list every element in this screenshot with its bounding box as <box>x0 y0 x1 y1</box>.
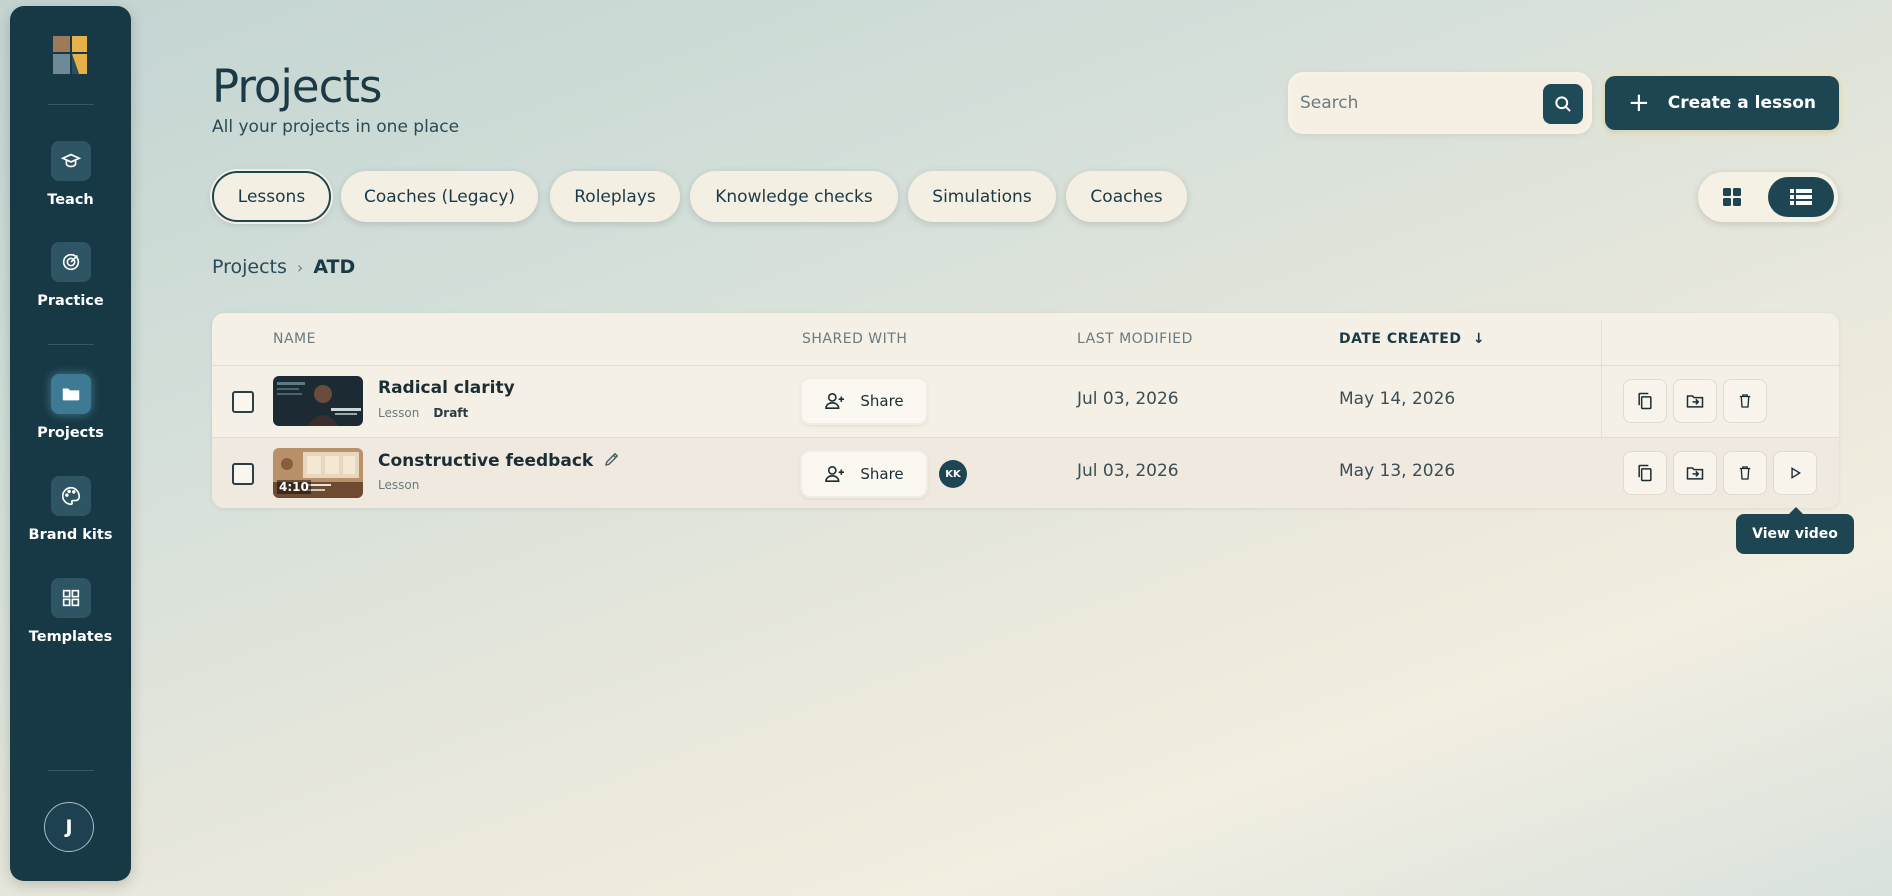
create-lesson-button[interactable]: + Create a lesson <box>1605 76 1839 130</box>
video-duration: 4:10 <box>277 480 311 494</box>
delete-button[interactable] <box>1723 379 1767 423</box>
page-title: Projects <box>212 60 382 113</box>
share-label: Share <box>860 465 904 483</box>
column-header-last-modified[interactable]: LAST MODIFIED <box>1077 331 1193 347</box>
projects-table: NAME SHARED WITH LAST MODIFIED DATE CREA… <box>212 313 1839 508</box>
tab-coaches-legacy[interactable]: Coaches (Legacy) <box>341 171 538 222</box>
move-to-folder-button[interactable] <box>1673 451 1717 495</box>
sidebar-item-label: Brand kits <box>28 527 113 543</box>
date-created: May 13, 2026 <box>1339 461 1456 481</box>
project-type: Lesson <box>378 478 420 492</box>
sidebar-item-label: Practice <box>37 293 104 309</box>
lesson-thumbnail[interactable] <box>273 376 363 426</box>
breadcrumb-current: ATD <box>313 256 356 278</box>
move-to-folder-button[interactable] <box>1673 379 1717 423</box>
sidebar-item-label: Projects <box>37 425 104 441</box>
share-label: Share <box>860 392 904 410</box>
grid-icon <box>50 578 91 618</box>
graduation-cap-icon <box>50 141 91 181</box>
row-checkbox[interactable] <box>232 463 254 485</box>
column-header-shared-with[interactable]: SHARED WITH <box>802 331 907 347</box>
share-button[interactable]: Share <box>802 452 926 496</box>
shared-user-avatar[interactable]: KK <box>939 460 967 488</box>
tab-roleplays[interactable]: Roleplays <box>550 171 680 222</box>
project-name-label: Constructive feedback <box>378 451 594 471</box>
search-icon <box>1555 96 1571 112</box>
duplicate-button[interactable] <box>1623 451 1667 495</box>
sidebar-divider <box>48 104 94 105</box>
date-created: May 14, 2026 <box>1339 389 1456 409</box>
view-video-button[interactable] <box>1773 451 1817 495</box>
copy-icon <box>1638 392 1652 410</box>
add-user-icon <box>825 392 845 410</box>
project-name[interactable]: Constructive feedback <box>378 450 621 471</box>
search-button[interactable] <box>1543 84 1583 124</box>
list-view-button[interactable] <box>1768 177 1834 217</box>
view-toggle <box>1698 172 1838 222</box>
tab-coaches[interactable]: Coaches <box>1066 171 1187 222</box>
target-icon <box>50 242 91 282</box>
project-meta: Lesson Draft <box>378 406 468 420</box>
breadcrumb-separator: › <box>296 257 304 277</box>
add-user-icon <box>825 465 845 483</box>
sidebar-divider <box>48 344 94 345</box>
sidebar-divider <box>48 770 94 771</box>
sort-arrow-icon: ↓ <box>1472 331 1486 347</box>
copy-icon <box>1638 464 1652 482</box>
search-box <box>1291 75 1589 131</box>
trash-icon <box>1739 394 1751 408</box>
tab-lessons[interactable]: Lessons <box>212 171 331 222</box>
user-avatar[interactable]: J <box>44 802 94 852</box>
project-meta: Lesson <box>378 478 419 492</box>
sidebar-item-teach[interactable]: Teach <box>10 141 131 221</box>
delete-button[interactable] <box>1723 451 1767 495</box>
last-modified-date: Jul 03, 2026 <box>1077 389 1179 409</box>
create-lesson-label: Create a lesson <box>1667 93 1816 113</box>
list-view-icon <box>1790 189 1812 205</box>
move-folder-icon <box>1686 395 1704 408</box>
folder-icon <box>50 374 91 414</box>
duplicate-button[interactable] <box>1623 379 1667 423</box>
page-subtitle: All your projects in one place <box>212 117 460 137</box>
grid-view-icon <box>1723 188 1741 206</box>
sidebar-item-projects[interactable]: Projects <box>10 374 131 454</box>
plus-icon: + <box>1628 88 1650 118</box>
share-button[interactable]: Share <box>802 379 926 423</box>
table-row[interactable]: 4:10 Constructive feedback Lesson Share … <box>212 438 1839 508</box>
status-badge: Draft <box>433 406 469 420</box>
tab-knowledge-checks[interactable]: Knowledge checks <box>690 171 898 222</box>
project-type: Lesson <box>378 406 420 420</box>
sidebar-item-label: Templates <box>28 629 113 645</box>
sidebar-item-brand-kits[interactable]: Brand kits <box>10 476 131 556</box>
app-logo[interactable] <box>53 36 89 76</box>
tab-simulations[interactable]: Simulations <box>908 171 1056 222</box>
last-modified-date: Jul 03, 2026 <box>1077 461 1179 481</box>
edit-pencil-icon[interactable] <box>603 450 621 468</box>
column-header-date-created-label: DATE CREATED <box>1339 331 1462 347</box>
search-input[interactable] <box>1300 84 1532 122</box>
breadcrumb-projects[interactable]: Projects <box>212 256 287 278</box>
view-video-tooltip: View video <box>1736 507 1854 554</box>
sidebar-item-practice[interactable]: Practice <box>10 242 131 322</box>
play-icon <box>1791 467 1802 479</box>
sidebar: Teach Practice Projects Brand kits Templ… <box>10 6 131 881</box>
palette-icon <box>50 476 91 516</box>
table-row[interactable]: Radical clarity Lesson Draft Share Jul 0… <box>212 366 1839 437</box>
sidebar-item-templates[interactable]: Templates <box>10 578 131 658</box>
project-name[interactable]: Radical clarity <box>378 378 515 398</box>
breadcrumb: Projects › ATD <box>212 256 355 278</box>
lesson-thumbnail[interactable]: 4:10 <box>273 448 363 498</box>
grid-view-button[interactable] <box>1720 185 1744 209</box>
sidebar-item-label: Teach <box>47 192 94 208</box>
move-folder-icon <box>1686 467 1704 480</box>
row-checkbox[interactable] <box>232 391 254 413</box>
trash-icon <box>1739 466 1751 480</box>
column-header-date-created[interactable]: DATE CREATED ↓ <box>1339 331 1485 347</box>
column-header-name[interactable]: NAME <box>273 331 316 347</box>
